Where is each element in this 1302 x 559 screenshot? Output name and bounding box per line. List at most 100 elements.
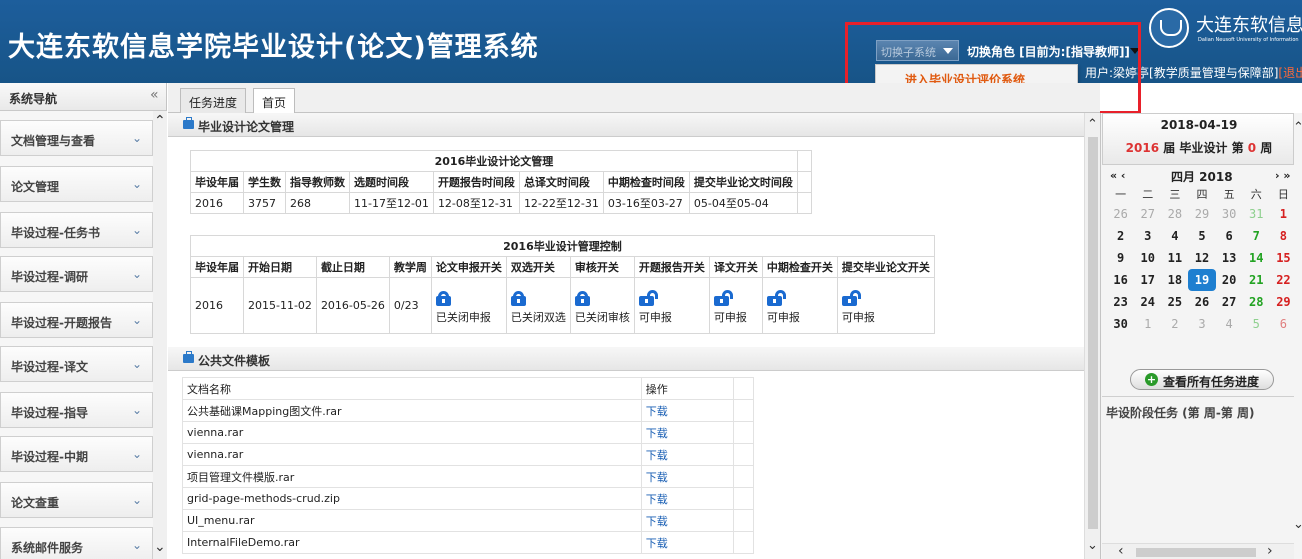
calendar-day[interactable]: 2 <box>1107 225 1134 247</box>
sidebar-item-task-book[interactable]: 毕设过程-任务书 ⌄ <box>0 212 153 248</box>
sidebar-item-label: 毕设过程-任务书 <box>11 226 100 240</box>
calendar-day[interactable]: 27 <box>1216 291 1243 313</box>
calendar-day[interactable]: 13 <box>1216 247 1243 269</box>
calendar-day[interactable]: 12 <box>1188 247 1215 269</box>
lock-open-icon[interactable] <box>841 289 861 306</box>
calendar-day[interactable]: 6 <box>1216 225 1243 247</box>
calendar-day[interactable]: 9 <box>1107 247 1134 269</box>
calendar-day[interactable]: 14 <box>1243 247 1270 269</box>
calendar-day[interactable]: 31 <box>1243 203 1270 225</box>
download-link[interactable]: 下载 <box>640 487 734 510</box>
scroll-down-icon[interactable]: ⌄ <box>154 539 166 555</box>
calendar-day[interactable]: 29 <box>1270 291 1297 313</box>
download-link[interactable]: 下载 <box>640 399 734 422</box>
calendar-day[interactable]: 4 <box>1161 225 1188 247</box>
switch-translation[interactable]: 可申报 <box>708 277 763 334</box>
switch-review[interactable]: 已关闭审核 <box>569 277 635 334</box>
lock-open-icon[interactable] <box>766 289 786 306</box>
calendar-day[interactable]: 1 <box>1134 313 1161 335</box>
sidebar-item-research[interactable]: 毕设过程-调研 ⌄ <box>0 256 153 292</box>
calendar-day[interactable]: 18 <box>1161 269 1188 291</box>
calendar-day[interactable]: 22 <box>1270 269 1297 291</box>
sidebar-item-guidance[interactable]: 毕设过程-指导 ⌄ <box>0 392 153 428</box>
calendar-day[interactable]: 11 <box>1161 247 1188 269</box>
calendar-day[interactable]: 6 <box>1270 313 1297 335</box>
download-link[interactable]: 下载 <box>640 509 734 532</box>
scroll-up-icon[interactable]: ⌃ <box>1293 120 1302 135</box>
calendar-day[interactable]: 30 <box>1216 203 1243 225</box>
calendar-day[interactable]: 26 <box>1188 291 1215 313</box>
weekday-label: 日 <box>1277 188 1289 201</box>
sidebar-item-proposal[interactable]: 毕设过程-开题报告 ⌄ <box>0 302 153 338</box>
switch-submission[interactable]: 已关闭申报 <box>430 277 507 334</box>
scroll-down-icon[interactable]: ⌄ <box>1293 517 1302 532</box>
scroll-down-icon[interactable]: ⌄ <box>1087 538 1098 553</box>
scrollbar-thumb[interactable] <box>1088 137 1098 529</box>
logout-link[interactable]: [退出 <box>1278 66 1302 80</box>
scroll-up-icon[interactable]: ⌃ <box>1087 117 1098 132</box>
switch-midterm[interactable]: 可申报 <box>761 277 838 334</box>
sidebar-item-translation[interactable]: 毕设过程-译文 ⌄ <box>0 346 153 382</box>
tab-home[interactable]: 首页 <box>253 88 296 114</box>
calendar-day[interactable]: 26 <box>1107 203 1134 225</box>
switch-proposal[interactable]: 可申报 <box>633 277 710 334</box>
calendar-prev-icon[interactable]: « ‹ <box>1110 169 1125 182</box>
view-all-progress-button[interactable]: + 查看所有任务进度 <box>1130 369 1274 390</box>
calendar-day[interactable]: 15 <box>1270 247 1297 269</box>
calendar-day[interactable]: 30 <box>1107 313 1134 335</box>
button-label: 查看所有任务进度 <box>1163 375 1260 389</box>
collapse-sidebar-icon[interactable]: « <box>150 87 159 103</box>
scroll-left-icon[interactable]: ‹ <box>1118 543 1124 559</box>
scrollbar-thumb[interactable] <box>1136 548 1256 557</box>
calendar-day[interactable]: 10 <box>1134 247 1161 269</box>
scroll-right-icon[interactable]: › <box>1267 543 1273 559</box>
lock-closed-icon[interactable] <box>510 290 526 306</box>
calendar-day[interactable]: 1 <box>1270 203 1297 225</box>
calendar-day[interactable]: 5 <box>1188 225 1215 247</box>
scroll-up-icon[interactable]: ⌃ <box>154 113 166 129</box>
calendar-day[interactable]: 29 <box>1188 203 1215 225</box>
calendar-day[interactable]: 21 <box>1243 269 1270 291</box>
switch-final-submission[interactable]: 可申报 <box>836 277 935 334</box>
download-link[interactable]: 下载 <box>640 465 734 488</box>
calendar-day[interactable]: 16 <box>1107 269 1134 291</box>
calendar-next-icon[interactable]: › » <box>1275 169 1290 182</box>
tab-task-progress[interactable]: 任务进度 <box>180 88 247 113</box>
sidebar-scrollbar[interactable]: ⌃ ⌄ <box>153 111 167 559</box>
calendar-day[interactable]: 25 <box>1161 291 1188 313</box>
sidebar-item-mail-service[interactable]: 系统邮件服务 ⌄ <box>0 527 153 559</box>
lock-closed-icon[interactable] <box>574 290 590 306</box>
calendar-day[interactable]: 3 <box>1188 313 1215 335</box>
calendar-day[interactable]: 27 <box>1134 203 1161 225</box>
calendar-day[interactable]: 28 <box>1161 203 1188 225</box>
sidebar-item-label: 毕设过程-调研 <box>11 270 88 284</box>
lock-closed-icon[interactable] <box>435 290 451 306</box>
main-scrollbar[interactable]: ⌃ ⌄ <box>1084 113 1100 559</box>
download-link[interactable]: 下载 <box>640 421 734 444</box>
lock-open-icon[interactable] <box>638 289 658 306</box>
calendar-day[interactable]: 8 <box>1270 225 1297 247</box>
caret-down-icon[interactable] <box>1130 48 1140 54</box>
download-link[interactable]: 下载 <box>640 531 734 554</box>
calendar-day[interactable]: 4 <box>1216 313 1243 335</box>
calendar-day[interactable]: 3 <box>1134 225 1161 247</box>
calendar-day[interactable]: 5 <box>1243 313 1270 335</box>
download-link[interactable]: 下载 <box>640 443 734 466</box>
switch-double-select[interactable]: 已关闭双选 <box>505 277 571 334</box>
calendar-day[interactable]: 24 <box>1134 291 1161 313</box>
sidebar-item-doc-management[interactable]: 文档管理与查看 ⌄ <box>0 120 153 156</box>
switch-role-button[interactable]: 切换角色 [目前为:[指导教师]] <box>967 43 1130 60</box>
calendar-day[interactable]: 17 <box>1134 269 1161 291</box>
lock-open-icon[interactable] <box>713 289 733 306</box>
calendar-day-today[interactable]: 19 <box>1188 269 1216 291</box>
sidebar-item-thesis-management[interactable]: 论文管理 ⌄ <box>0 166 153 202</box>
calendar-day[interactable]: 23 <box>1107 291 1134 313</box>
calendar-day[interactable]: 2 <box>1161 313 1188 335</box>
horizontal-scrollbar[interactable]: ‹ › <box>1102 543 1294 559</box>
calendar-day[interactable]: 28 <box>1243 291 1270 313</box>
sidebar-item-midterm[interactable]: 毕设过程-中期 ⌄ <box>0 436 153 472</box>
calendar-day[interactable]: 20 <box>1216 269 1243 291</box>
sidebar-item-plagiarism-check[interactable]: 论文查重 ⌄ <box>0 482 153 518</box>
calendar-day[interactable]: 7 <box>1243 225 1270 247</box>
switch-subsystem-button[interactable]: 切换子系统 <box>876 40 959 61</box>
